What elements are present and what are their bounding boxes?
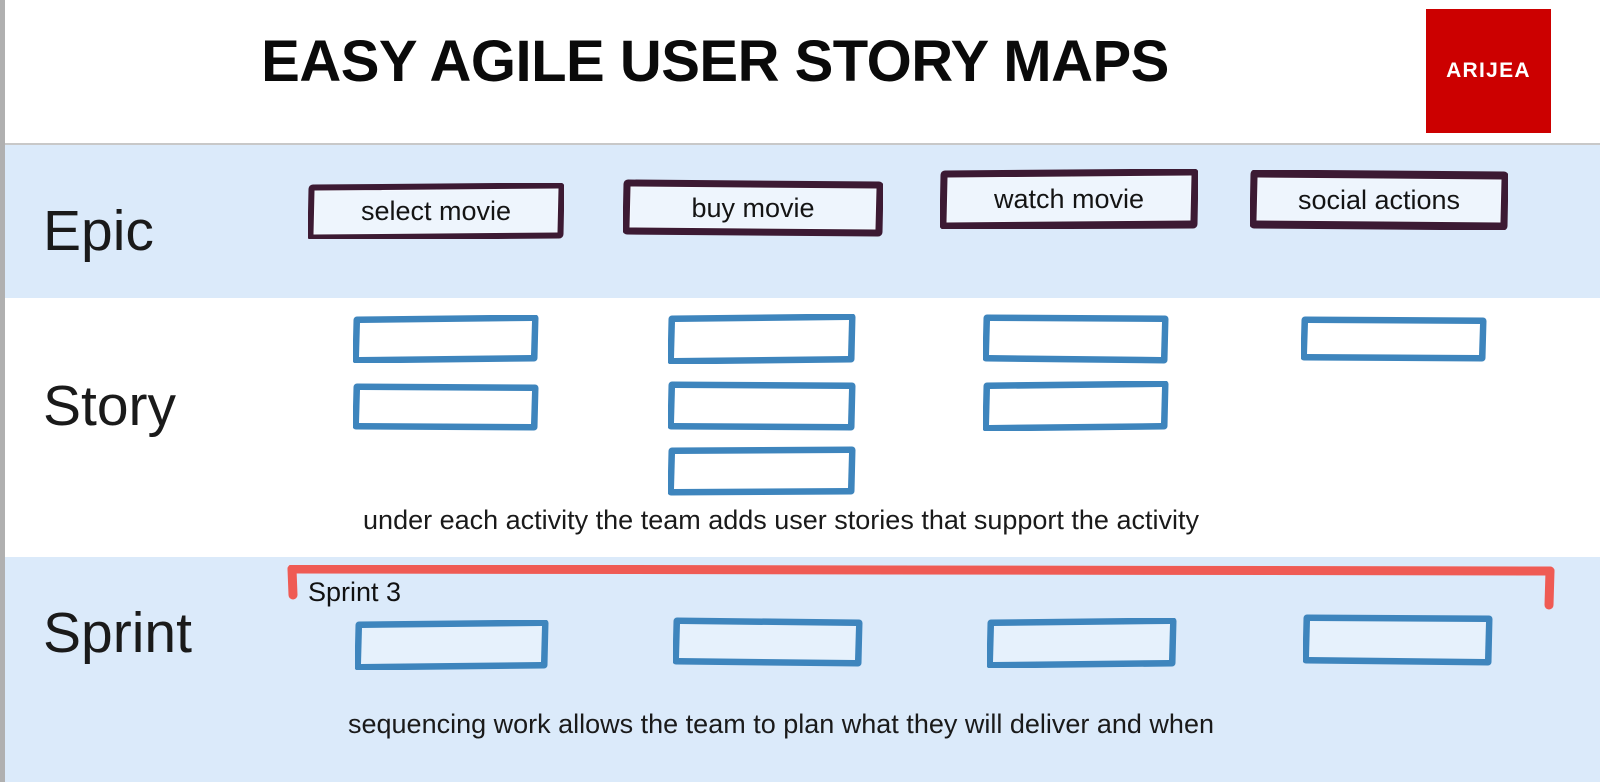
story-map-slide: EASY AGILE USER STORY MAPS ARIJEA Epic s… bbox=[0, 0, 1600, 782]
page-title: EASY AGILE USER STORY MAPS bbox=[261, 29, 1169, 94]
story-card[interactable] bbox=[353, 383, 539, 431]
sprint-card-outline bbox=[987, 618, 1177, 668]
story-card-outline bbox=[353, 383, 539, 431]
story-card-outline bbox=[668, 446, 856, 496]
epic-card-select-movie[interactable]: select movie bbox=[308, 183, 564, 239]
story-card[interactable] bbox=[668, 381, 856, 431]
story-card[interactable] bbox=[668, 446, 856, 496]
sprint-card[interactable] bbox=[673, 617, 863, 667]
story-card-outline bbox=[668, 314, 856, 364]
sprint-card[interactable] bbox=[987, 618, 1177, 668]
epic-card-social-actions[interactable]: social actions bbox=[1250, 170, 1508, 230]
epic-row-label: Epic bbox=[43, 199, 154, 263]
arijea-logo: ARIJEA bbox=[1426, 9, 1551, 133]
epic-card-label: social actions bbox=[1297, 184, 1461, 215]
sprint-caption: sequencing work allows the team to plan … bbox=[348, 709, 1214, 739]
story-card-outline bbox=[353, 315, 539, 363]
story-caption: under each activity the team adds user s… bbox=[363, 505, 1199, 535]
sprint-card-outline bbox=[673, 617, 863, 667]
epic-card-label: buy movie bbox=[691, 192, 815, 223]
story-card-outline bbox=[1301, 316, 1487, 362]
story-card[interactable] bbox=[353, 315, 539, 363]
sprint-bracket-line bbox=[287, 565, 1555, 610]
sprint-bracket-label: Sprint 3 bbox=[308, 577, 402, 607]
epic-card-watch-movie[interactable]: watch movie bbox=[940, 169, 1198, 229]
epic-row: Epic select movie buy movie watch movie bbox=[5, 145, 1600, 426]
sprint-card[interactable] bbox=[1303, 614, 1493, 666]
sprint-card[interactable] bbox=[355, 620, 549, 670]
story-card[interactable] bbox=[983, 381, 1169, 431]
story-row-label: Story bbox=[43, 374, 177, 438]
sprint-card-outline bbox=[1303, 614, 1493, 666]
epic-card-label: watch movie bbox=[993, 183, 1145, 214]
sprint-card-outline bbox=[355, 620, 549, 670]
sprint-row: Sprint Sprint 3 sequencing work allows t… bbox=[5, 557, 1600, 782]
epic-card-label: select movie bbox=[360, 195, 512, 226]
sprint-row-label: Sprint bbox=[43, 601, 192, 665]
story-card-outline bbox=[983, 314, 1169, 364]
story-card-outline bbox=[668, 381, 856, 431]
story-card-outline bbox=[983, 381, 1169, 431]
sprint-bracket bbox=[287, 565, 1555, 613]
story-card[interactable] bbox=[668, 314, 856, 364]
epic-card-buy-movie[interactable]: buy movie bbox=[623, 179, 883, 237]
story-row: Story under each activity the team adds … bbox=[5, 298, 1600, 557]
story-card[interactable] bbox=[983, 314, 1169, 364]
logo-text: ARIJEA bbox=[1446, 59, 1531, 82]
story-card[interactable] bbox=[1301, 316, 1487, 362]
header: EASY AGILE USER STORY MAPS ARIJEA bbox=[5, 0, 1600, 145]
